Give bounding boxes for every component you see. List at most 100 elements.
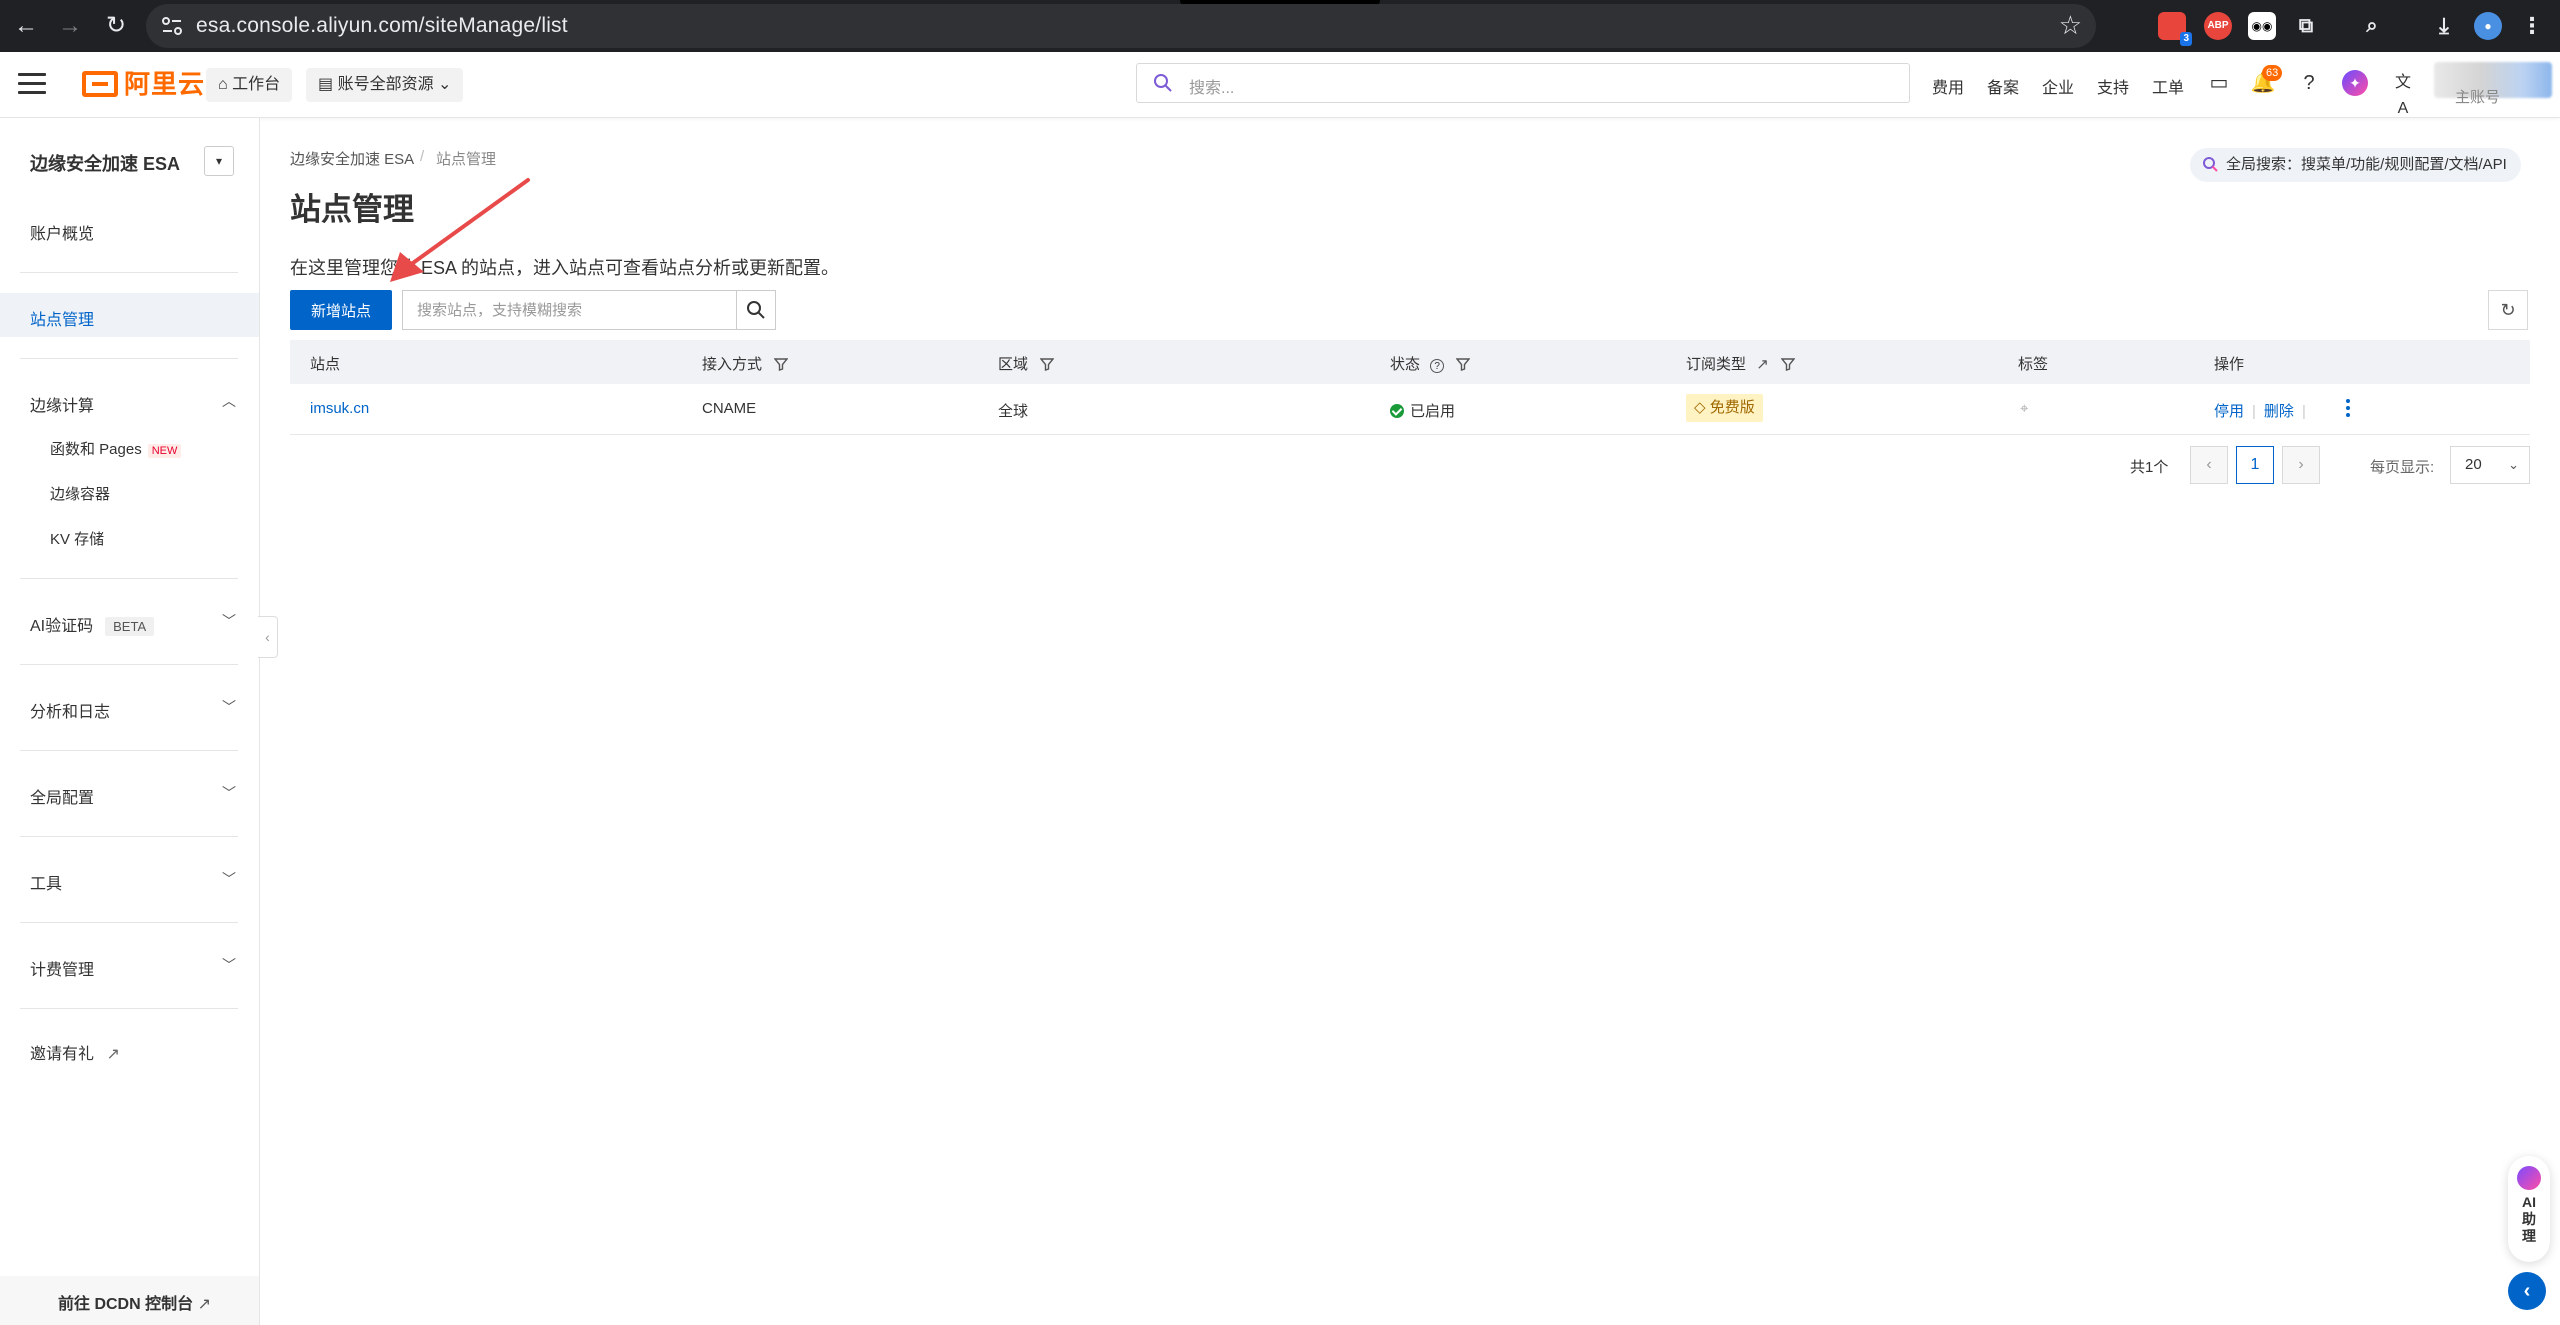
divider — [20, 664, 238, 665]
sidebar-item-functions-pages[interactable]: 函数和 Pages NEW — [50, 438, 182, 459]
page-size-select[interactable]: 20 ⌄ — [2450, 446, 2530, 484]
sidebar-item-edge-container[interactable]: 边缘容器 — [50, 483, 110, 504]
filter-icon[interactable] — [1456, 357, 1471, 371]
aliyun-logo[interactable]: 阿里云 — [82, 68, 205, 100]
pagination-prev[interactable]: ‹ — [2190, 446, 2228, 484]
sidebar-group-global-config[interactable]: 全局配置 — [30, 784, 94, 808]
column-header-status: 状态 ? — [1390, 353, 1471, 374]
chevron-up-icon[interactable]: ︿ — [222, 394, 236, 408]
nav-enterprise[interactable]: 企业 — [2042, 74, 2074, 98]
chevron-down-icon[interactable]: ﹀ — [222, 786, 236, 800]
column-header-access: 接入方式 — [702, 353, 789, 374]
pagination-total: 共1个 — [2130, 459, 2169, 476]
product-switcher[interactable]: ▾ — [204, 146, 234, 176]
sidebar: 边缘安全加速 ESA ▾ 账户概览 站点管理 边缘计算 ︿ 函数和 Pages N… — [0, 118, 260, 1325]
language-icon[interactable]: 文A — [2390, 70, 2416, 117]
nav-ticket[interactable]: 工单 — [2152, 74, 2184, 98]
logo-text: 阿里云 — [124, 69, 206, 99]
plan-text: 免费版 — [1709, 399, 1755, 416]
divider — [20, 922, 238, 923]
column-header-plan: 订阅类型 ↗ — [1686, 353, 1795, 374]
extensions-puzzle-icon[interactable]: ⧉ — [2292, 12, 2320, 40]
tab-search-icon[interactable]: ⌕ — [2358, 12, 2386, 40]
chevron-down-icon[interactable]: ﹀ — [222, 958, 236, 972]
ai-assistant-icon[interactable]: ✦ — [2342, 70, 2368, 96]
sidebar-item-invite[interactable]: 邀请有礼 ↗ — [30, 1040, 120, 1064]
chevron-right-icon: › — [2298, 456, 2304, 473]
more-actions-icon[interactable] — [2344, 396, 2352, 420]
invite-label: 邀请有礼 — [30, 1046, 95, 1063]
add-site-button[interactable]: 新增站点 — [290, 290, 392, 330]
sidebar-group-edge-compute[interactable]: 边缘计算 — [30, 392, 94, 416]
back-icon[interactable]: ← — [10, 10, 42, 42]
tag-icon[interactable]: ⌖ — [2020, 400, 2028, 417]
chevron-down-icon[interactable]: ﹀ — [222, 614, 236, 628]
sidebar-item-site-management[interactable]: 站点管理 — [30, 306, 94, 330]
site-info-icon[interactable] — [160, 14, 184, 38]
browser-menu-icon[interactable]: ⋮ — [2518, 12, 2546, 40]
console-search-input[interactable]: 搜索... — [1136, 63, 1910, 103]
table-row: imsuk.cn CNAME 全球 已启用 ◇ 免费版 ⌖ 停用 | 删除 | — [290, 384, 2530, 435]
sidebar-item-overview[interactable]: 账户概览 — [30, 220, 94, 244]
cell-status: 已启用 — [1390, 400, 1455, 421]
nav-filing[interactable]: 备案 — [1987, 74, 2019, 98]
url-text[interactable]: esa.console.aliyun.com/siteManage/list — [196, 14, 568, 38]
search-icon — [1154, 74, 1172, 92]
beta-badge: BETA — [105, 617, 155, 636]
site-link[interactable]: imsuk.cn — [310, 400, 369, 417]
dcdn-link[interactable]: 前往 DCDN 控制台 ↗ — [58, 1290, 211, 1314]
nav-support[interactable]: 支持 — [2097, 74, 2129, 98]
account-type-label[interactable]: 主账号 — [2455, 86, 2500, 107]
refresh-icon: ↻ — [2500, 300, 2516, 320]
site-search-button[interactable] — [736, 290, 776, 330]
disable-button[interactable]: 停用 — [2214, 403, 2244, 420]
plan-header-label: 订阅类型 — [1686, 356, 1747, 373]
sidebar-group-tools[interactable]: 工具 — [30, 870, 62, 894]
sidebar-group-ai-captcha[interactable]: AI验证码 BETA — [30, 612, 155, 636]
divider — [20, 836, 238, 837]
sidebar-collapse-handle[interactable]: ‹ — [258, 616, 278, 658]
workbench-button[interactable]: ⌂ 工作台 — [206, 68, 293, 102]
caret-down-icon: ▾ — [215, 154, 223, 168]
divider — [20, 272, 238, 273]
site-search-input[interactable] — [402, 290, 736, 330]
sidebar-group-billing[interactable]: 计费管理 — [30, 956, 94, 980]
external-link-icon: ↗ — [106, 1046, 120, 1063]
browser-chrome: ← → ↻ esa.console.aliyun.com/siteManage/… — [0, 0, 2560, 52]
nav-fees[interactable]: 费用 — [1932, 74, 1964, 98]
adblock-icon[interactable]: ABP — [2204, 12, 2232, 40]
delete-button[interactable]: 删除 — [2264, 403, 2294, 420]
forward-icon[interactable]: → — [54, 10, 86, 42]
collapse-panel-button[interactable]: ‹ — [2508, 1272, 2546, 1310]
chevron-down-icon[interactable]: ﹀ — [222, 872, 236, 886]
address-bar[interactable]: esa.console.aliyun.com/siteManage/list ☆ — [146, 4, 2096, 48]
ai-helper-button[interactable]: AI 助 理 — [2508, 1156, 2550, 1262]
filter-icon[interactable] — [1780, 357, 1795, 371]
resource-icon: ▤ — [318, 76, 334, 93]
page-size-value: 20 — [2465, 456, 2482, 473]
reload-icon[interactable]: ↻ — [100, 10, 132, 42]
sidebar-group-analytics[interactable]: 分析和日志 — [30, 698, 110, 722]
global-search-button[interactable]: 全局搜索：搜菜单/功能/规则配置/文档/API — [2190, 148, 2521, 182]
help-circle-icon[interactable]: ? — [1430, 359, 1445, 373]
refresh-button[interactable]: ↻ — [2488, 290, 2528, 330]
breadcrumb-item-current: 站点管理 — [436, 151, 497, 168]
breadcrumb-item-esa[interactable]: 边缘安全加速 ESA — [290, 148, 414, 169]
extension-icon[interactable]: 3 — [2158, 12, 2192, 46]
chevron-down-icon[interactable]: ﹀ — [222, 700, 236, 714]
filter-icon[interactable] — [774, 357, 789, 371]
bookmark-star-icon[interactable]: ☆ — [2059, 10, 2082, 41]
sidebar-item-kv-storage[interactable]: KV 存储 — [50, 528, 104, 549]
download-icon[interactable]: ⤓ — [2430, 12, 2458, 40]
pagination-next[interactable]: › — [2282, 446, 2320, 484]
dcdn-link-bar[interactable]: 前往 DCDN 控制台 ↗ — [0, 1276, 259, 1325]
resource-selector[interactable]: ▤ 账号全部资源 ⌄ — [306, 68, 464, 102]
help-icon[interactable]: ? — [2296, 70, 2322, 96]
menu-hamburger-icon[interactable] — [18, 73, 46, 95]
extension-glasses-icon[interactable]: ◉◉ — [2248, 12, 2276, 40]
terminal-icon[interactable]: ▭ — [2206, 70, 2232, 96]
profile-avatar-icon[interactable]: ● — [2474, 12, 2502, 40]
pagination-page-1[interactable]: 1 — [2236, 446, 2274, 484]
external-link-icon[interactable]: ↗ — [1756, 356, 1769, 373]
filter-icon[interactable] — [1040, 357, 1055, 371]
